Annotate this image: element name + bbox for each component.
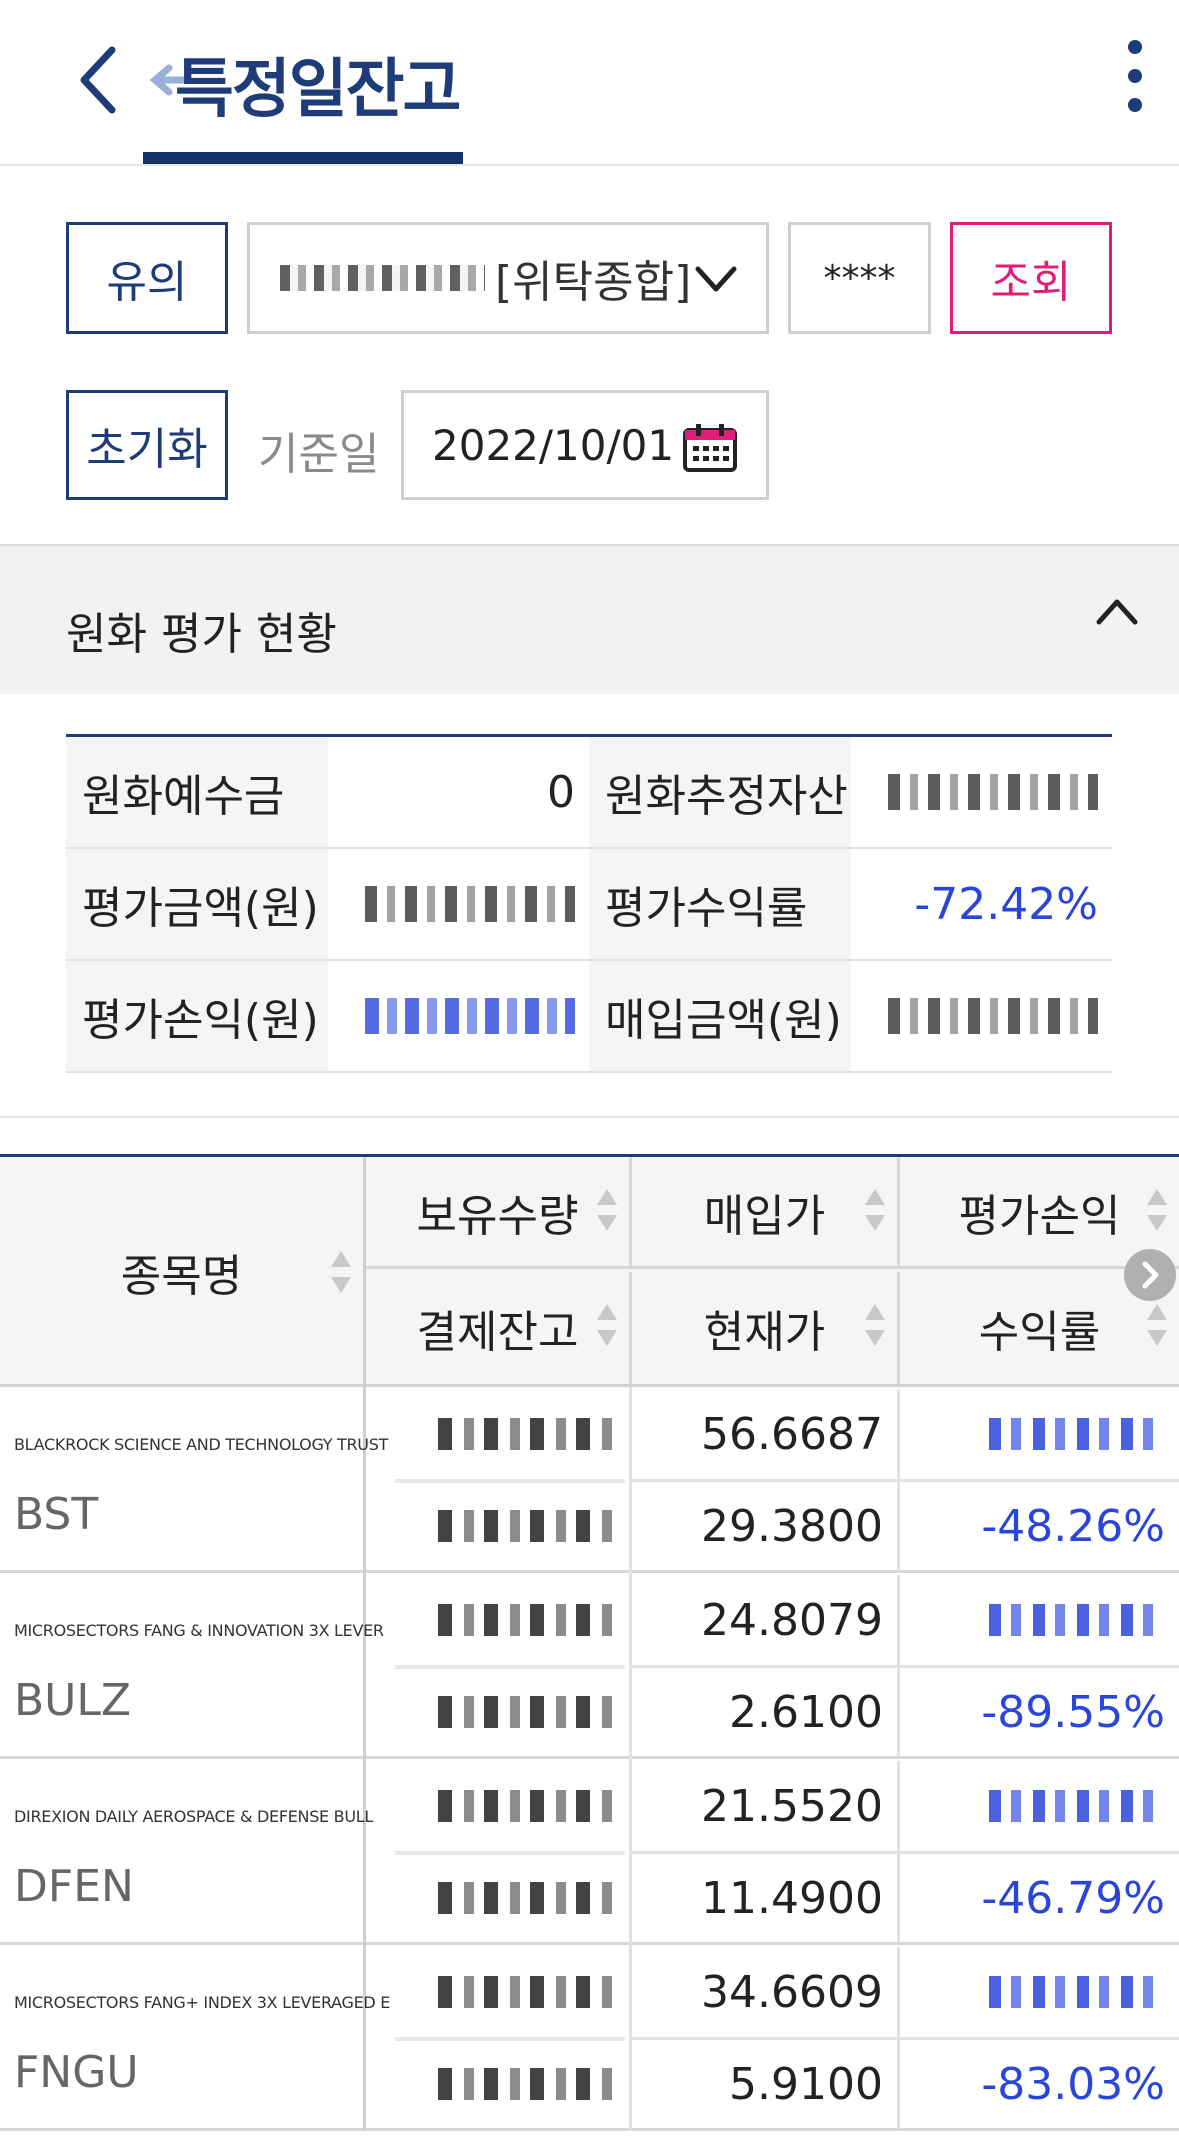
summary-row: 평가금액(원) 평가수익률 -72.42% — [66, 849, 1112, 961]
return-rate: -89.55% — [981, 1686, 1165, 1738]
summary-label: 평가수익률 — [589, 849, 851, 959]
account-type: [위탁종합] — [495, 257, 692, 308]
return-rate: -46.79% — [981, 1872, 1165, 1924]
stock-ticker: DFEN — [14, 1861, 134, 1912]
qty-masked — [392, 1761, 628, 1851]
back-arrow-icon — [80, 46, 116, 114]
stock-name-cell: MICROSECTORS FANG & INNOVATION 3X LEVER … — [0, 1573, 384, 1759]
qty-masked — [392, 1575, 628, 1665]
more-vertical-icon — [1128, 40, 1142, 54]
account-number-masked — [280, 265, 485, 291]
summary-label: 평가손익(원) — [66, 961, 328, 1071]
password-field[interactable]: **** — [788, 222, 931, 334]
calendar-icon[interactable] — [682, 423, 738, 473]
qty-masked — [392, 1389, 628, 1479]
search-button[interactable]: 조회 — [950, 222, 1112, 334]
pnl-masked — [900, 1761, 1179, 1851]
stock-ticker: BULZ — [14, 1675, 132, 1726]
settle-masked — [392, 1667, 628, 1757]
summary-label: 원화추정자산 — [589, 737, 851, 847]
sort-icon[interactable] — [595, 1302, 619, 1348]
summary-value-masked — [328, 849, 589, 959]
title-tab-indicator — [143, 152, 463, 164]
sort-icon[interactable] — [1145, 1302, 1169, 1348]
summary-row: 원화예수금 0 원화추정자산 — [66, 737, 1112, 849]
stock-ticker: FNGU — [14, 2047, 139, 2098]
pnl-masked — [900, 1947, 1179, 2037]
stock-ticker: BST — [14, 1489, 99, 1540]
account-select[interactable]: [위탁종합] — [247, 222, 769, 334]
chevron-up-icon[interactable] — [1095, 594, 1139, 630]
table-row[interactable]: MICROSECTORS FANG+ INDEX 3X LEVERAGED E … — [0, 1945, 1179, 2131]
scroll-right-icon — [1142, 1261, 1159, 1289]
more-menu-button[interactable] — [1110, 36, 1160, 116]
current-price: 11.4900 — [632, 1853, 900, 1943]
summary-label: 원화예수금 — [66, 737, 328, 847]
stock-name-cell: BLACKROCK SCIENCE AND TECHNOLOGY TRUST B… — [0, 1387, 388, 1573]
summary-label: 매입금액(원) — [589, 961, 851, 1071]
return-rate: -48.26% — [981, 1500, 1165, 1552]
table-row[interactable]: BLACKROCK SCIENCE AND TECHNOLOGY TRUST B… — [0, 1387, 1179, 1573]
table-row[interactable]: DIREXION DAILY AEROSPACE & DEFENSE BULL … — [0, 1759, 1179, 1945]
holdings-grid: 종목명 보유수량 매입가 평가손익 결제잔고 현재가 수익률 BLACKROCK… — [0, 1154, 1179, 2131]
summary-row: 평가손익(원) 매입금액(원) — [66, 961, 1112, 1073]
col-header-name[interactable]: 종목명 — [0, 1157, 366, 1387]
sort-icon[interactable] — [1145, 1187, 1169, 1233]
settle-masked — [392, 1481, 628, 1571]
section-title: 원화 평가 현황 — [66, 609, 337, 660]
current-price: 5.9100 — [632, 2039, 900, 2129]
chevron-down-icon — [695, 266, 737, 292]
settle-masked — [392, 1853, 628, 1943]
qty-masked — [392, 1947, 628, 2037]
reset-button[interactable]: 초기화 — [66, 390, 228, 500]
stock-full-name: MICROSECTORS FANG+ INDEX 3X LEVERAGED E — [14, 1993, 391, 2012]
sort-icon[interactable] — [863, 1187, 887, 1233]
col-header-qty[interactable]: 보유수량 — [366, 1157, 632, 1269]
buy-price: 24.8079 — [632, 1575, 900, 1665]
stock-name-cell: DIREXION DAILY AEROSPACE & DEFENSE BULL … — [0, 1759, 373, 1945]
return-rate: -83.03% — [981, 2058, 1165, 2110]
col-header-cur-price[interactable]: 현재가 — [632, 1272, 900, 1384]
scroll-right-button[interactable] — [1124, 1249, 1176, 1301]
col-header-settle[interactable]: 결제잔고 — [366, 1272, 632, 1384]
page-title: 특정일잔고 — [175, 53, 461, 127]
stock-full-name: BLACKROCK SCIENCE AND TECHNOLOGY TRUST — [14, 1435, 389, 1454]
buy-price: 34.6609 — [632, 1947, 900, 2037]
summary-table: 원화예수금 0 원화추정자산 평가금액(원) 평가수익률 -72.42% 평가손… — [66, 734, 1112, 1073]
sort-icon[interactable] — [329, 1249, 353, 1295]
current-price: 29.3800 — [632, 1481, 900, 1571]
col-header-buy-price[interactable]: 매입가 — [632, 1157, 900, 1269]
summary-value-masked — [328, 961, 589, 1071]
table-row[interactable]: MICROSECTORS FANG & INNOVATION 3X LEVER … — [0, 1573, 1179, 1759]
buy-price: 21.5520 — [632, 1761, 900, 1851]
divider — [0, 1116, 1179, 1118]
stock-name-cell: MICROSECTORS FANG+ INDEX 3X LEVERAGED E … — [0, 1945, 390, 2131]
summary-value: -72.42% — [914, 878, 1098, 930]
sort-icon[interactable] — [863, 1302, 887, 1348]
pnl-masked — [900, 1575, 1179, 1665]
sort-icon[interactable] — [595, 1187, 619, 1233]
grid-header: 종목명 보유수량 매입가 평가손익 결제잔고 현재가 수익률 — [0, 1157, 1179, 1387]
settle-masked — [392, 2039, 628, 2129]
notice-button[interactable]: 유의 — [66, 222, 228, 334]
current-price: 2.6100 — [632, 1667, 900, 1757]
summary-label: 평가금액(원) — [66, 849, 328, 959]
date-label: 기준일 — [258, 429, 380, 480]
app-header: 특정일잔고 — [0, 0, 1179, 166]
summary-value: 0 — [547, 766, 575, 818]
date-field[interactable]: 2022/10/01 — [401, 390, 769, 500]
date-value: 2022/10/01 — [432, 420, 675, 470]
back-button[interactable] — [58, 30, 138, 130]
buy-price: 56.6687 — [632, 1389, 900, 1479]
summary-value-masked — [851, 961, 1112, 1071]
stock-full-name: MICROSECTORS FANG & INNOVATION 3X LEVER — [14, 1621, 384, 1640]
stock-full-name: DIREXION DAILY AEROSPACE & DEFENSE BULL — [14, 1807, 373, 1826]
section-header[interactable]: 원화 평가 현황 — [0, 544, 1179, 694]
summary-value-masked — [851, 737, 1112, 847]
pnl-masked — [900, 1389, 1179, 1479]
